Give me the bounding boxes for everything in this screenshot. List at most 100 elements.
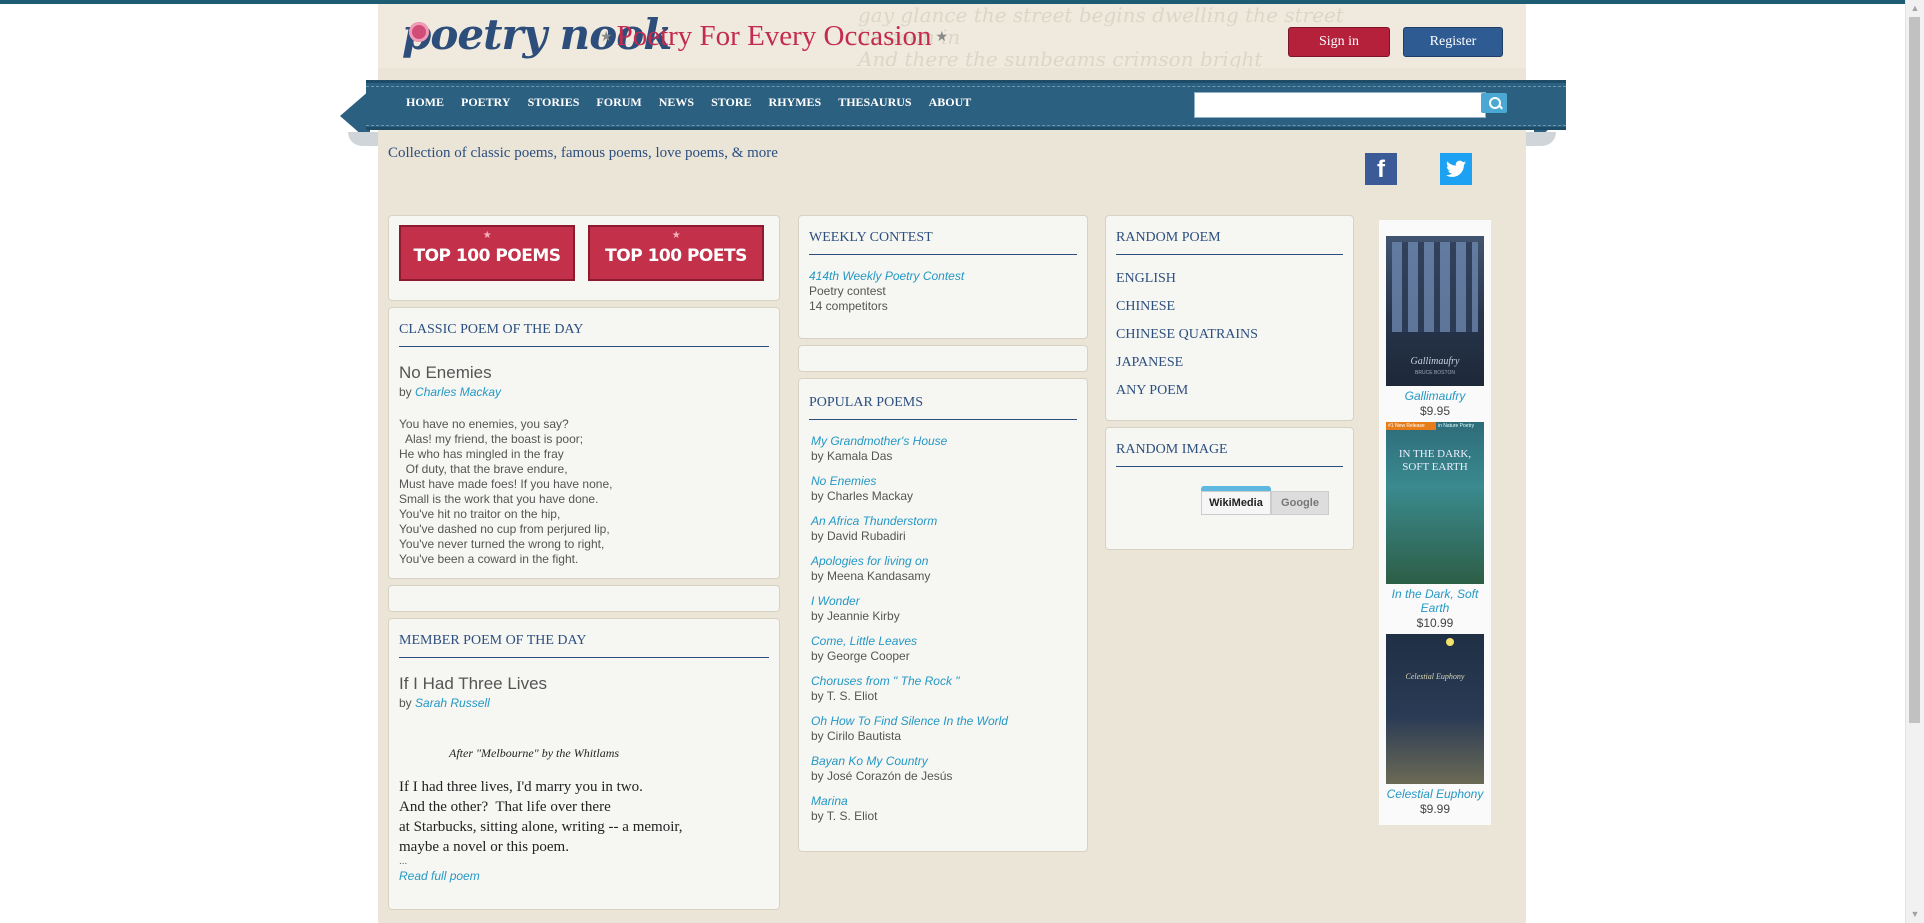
book-cover-celestial-euphony[interactable]: Celestial Euphony [1386, 634, 1484, 784]
cover-title: Gallimaufry [1410, 356, 1460, 367]
popular-poem-link[interactable]: No Enemies [811, 474, 1077, 489]
member-poem-text: If I had three lives, I'd marry you in t… [399, 779, 683, 855]
page-container: gay glance the street begins dwelling th… [378, 4, 1526, 923]
scrollbar-thumb[interactable] [1909, 17, 1920, 723]
tab-google[interactable]: Google [1271, 491, 1329, 515]
top-100-panel: ★ TOP 100 POEMS ★ TOP 100 POETS [388, 215, 780, 301]
random-poem-panel: RANDOM POEM ENGLISH CHINESE CHINESE QUAT… [1105, 215, 1354, 421]
contest-info: 414th Weekly Poetry Contest Poetry conte… [809, 269, 1077, 314]
nav-store[interactable]: STORE [711, 92, 751, 112]
new-release-badge: #1 New Release [1386, 422, 1436, 430]
by-prefix: by [399, 696, 412, 710]
popular-poem-link[interactable]: My Grandmother's House [811, 434, 1077, 449]
twitter-icon[interactable] [1440, 153, 1472, 185]
facebook-icon[interactable]: f [1365, 153, 1397, 185]
random-poem-chinese-quatrains-link[interactable]: CHINESE QUATRAINS [1116, 321, 1343, 349]
top-100-poems-button[interactable]: ★ TOP 100 POEMS [399, 225, 575, 281]
weekly-contest-link[interactable]: 414th Weekly Poetry Contest [809, 269, 1077, 284]
book-price: $9.95 [1419, 404, 1451, 418]
member-poem-byline: by Sarah Russell [399, 696, 769, 710]
book-title-link[interactable]: Celestial Euphony [1379, 787, 1491, 801]
random-poem-any-link[interactable]: ANY POEM [1116, 377, 1343, 405]
cover-title: Celestial Euphony [1405, 672, 1465, 681]
member-poem-epigraph: After "Melbourne" by the Whitlams [449, 746, 620, 760]
classic-poem-author-link[interactable]: Charles Mackay [415, 385, 501, 399]
site-subtitle: Collection of classic poems, famous poem… [388, 145, 778, 161]
empty-panel [798, 345, 1088, 372]
nav-forum[interactable]: FORUM [596, 92, 641, 112]
cover-art [1392, 242, 1478, 332]
random-image-panel: RANDOM IMAGE WikiMedia Google [1105, 427, 1354, 550]
empty-panel [388, 585, 780, 612]
popular-poem-author: by Kamala Das [811, 449, 893, 463]
sign-in-button[interactable]: Sign in [1288, 27, 1390, 57]
list-item: My Grandmother's House by Kamala Das [811, 434, 1077, 474]
popular-poem-link[interactable]: Choruses from " The Rock " [811, 674, 1077, 689]
classic-poem-byline: by Charles Mackay [399, 385, 769, 399]
popular-poem-author: by T. S. Eliot [811, 809, 878, 823]
book-price: $9.99 [1419, 802, 1451, 816]
tab-wikimedia[interactable]: WikiMedia [1201, 491, 1271, 515]
top-100-poets-button[interactable]: ★ TOP 100 POETS [588, 225, 764, 281]
contest-type: Poetry contest [809, 284, 886, 298]
nav-thesaurus[interactable]: THESAURUS [838, 92, 911, 112]
member-poem-title[interactable]: If I Had Three Lives [399, 674, 769, 694]
popular-poem-author: by Meena Kandasamy [811, 569, 931, 583]
moon-icon [1446, 638, 1454, 646]
book-price: $10.99 [1416, 616, 1454, 630]
book-cover-in-the-dark[interactable]: #1 New Release in Nature Poetry IN THE D… [1386, 422, 1484, 584]
scroll-down-arrow-icon[interactable]: ▼ [1906, 906, 1924, 923]
book-title-link[interactable]: In the Dark, Soft Earth [1379, 587, 1491, 615]
list-item: Apologies for living on by Meena Kandasam… [811, 554, 1077, 594]
top-100-poets-label: TOP 100 POETS [605, 246, 747, 266]
site-tagline: ★ Poetry For Every Occasion ★ [596, 16, 952, 56]
popular-poems-panel: POPULAR POEMS My Grandmother's House by K… [798, 378, 1088, 852]
ribbon-right-shadow [1526, 132, 1556, 146]
page-scrollbar[interactable]: ▲ ▼ [1905, 0, 1924, 923]
list-item: Oh How To Find Silence In the World by Ci… [811, 714, 1077, 754]
nav-news[interactable]: NEWS [659, 92, 694, 112]
badge-category: in Nature Poetry [1438, 423, 1475, 429]
random-poem-japanese-link[interactable]: JAPANESE [1116, 349, 1343, 377]
popular-poem-link[interactable]: Bayan Ko My Country [811, 754, 1077, 769]
nav-home[interactable]: HOME [406, 92, 444, 112]
search-icon-handle [1498, 104, 1503, 110]
nav-rhymes[interactable]: RHYMES [769, 92, 822, 112]
classic-poem-title[interactable]: No Enemies [399, 363, 769, 383]
popular-poem-link[interactable]: I Wonder [811, 594, 1077, 609]
book-ads-column: Gallimaufry BRUCE BOSTON Gallimaufry $9.… [1379, 220, 1491, 825]
member-poem-ellipsis: ... [399, 856, 408, 867]
star-icon: ★ [600, 30, 613, 46]
scroll-up-arrow-icon[interactable]: ▲ [1906, 0, 1924, 17]
star-icon: ★ [935, 30, 949, 46]
popular-poems-list: My Grandmother's House by Kamala Das No E… [799, 434, 1087, 834]
popular-poem-link[interactable]: Oh How To Find Silence In the World [811, 714, 1077, 729]
popular-poem-author: by T. S. Eliot [811, 689, 878, 703]
popular-poem-link[interactable]: Come, Little Leaves [811, 634, 1077, 649]
member-poem-author-link[interactable]: Sarah Russell [415, 696, 490, 710]
contest-competitors: 14 competitors [809, 299, 888, 313]
search-button[interactable] [1481, 93, 1507, 113]
logo-flower-icon [409, 22, 429, 42]
list-item: An Africa Thunderstorm by David Rubadiri [811, 514, 1077, 554]
search-input[interactable] [1194, 92, 1486, 118]
register-button[interactable]: Register [1403, 27, 1503, 57]
random-poem-heading: RANDOM POEM [1116, 230, 1343, 255]
popular-poem-link[interactable]: Apologies for living on [811, 554, 1077, 569]
book-cover-gallimaufry[interactable]: Gallimaufry BRUCE BOSTON [1386, 236, 1484, 386]
read-full-poem-link[interactable]: Read full poem [399, 869, 769, 883]
classic-poem-heading: CLASSIC POEM OF THE DAY [399, 322, 769, 347]
popular-poem-link[interactable]: An Africa Thunderstorm [811, 514, 1077, 529]
member-poem-panel: MEMBER POEM OF THE DAY If I Had Three Li… [388, 618, 780, 910]
nav-stories[interactable]: STORIES [528, 92, 580, 112]
popular-poem-author: by Charles Mackay [811, 489, 914, 503]
nav-about[interactable]: ABOUT [929, 92, 972, 112]
nav-poetry[interactable]: POETRY [461, 92, 511, 112]
random-poem-chinese-link[interactable]: CHINESE [1116, 293, 1343, 321]
site-header: gay glance the street begins dwelling th… [378, 4, 1526, 68]
list-item: I Wonder by Jeannie Kirby [811, 594, 1077, 634]
list-item: Bayan Ko My Country by José Corazón de Je… [811, 754, 1077, 794]
popular-poem-link[interactable]: Marina [811, 794, 1077, 809]
random-poem-english-link[interactable]: ENGLISH [1116, 265, 1343, 293]
book-title-link[interactable]: Gallimaufry [1379, 389, 1491, 403]
